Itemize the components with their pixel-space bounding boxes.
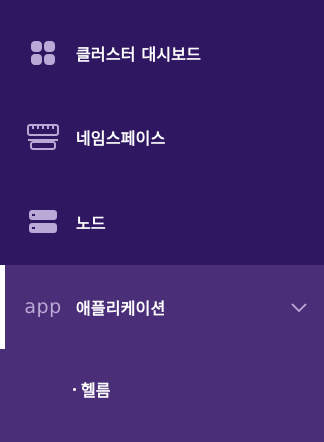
- node-server-icon: [26, 205, 60, 239]
- grid-icon: [26, 36, 60, 70]
- sidebar-group-applications: app 애플리케이션 헬름: [0, 265, 324, 442]
- sidebar-item-node[interactable]: 노드: [0, 180, 324, 264]
- sidebar-item-namespace[interactable]: 네임스페이스: [0, 95, 324, 179]
- chevron-down-icon[interactable]: [290, 298, 308, 316]
- sidebar-item-label: 노드: [76, 214, 106, 233]
- sidebar-subitem-helm[interactable]: 헬름: [73, 377, 110, 401]
- sidebar: 클러스터 대시보드 네임스페이스 노드 app 애플리케이션 헬름: [0, 0, 324, 442]
- sidebar-item-applications[interactable]: app 애플리케이션: [0, 265, 324, 349]
- sidebar-item-label: 클러스터 대시보드: [76, 45, 202, 64]
- sidebar-item-label: 네임스페이스: [76, 129, 166, 148]
- server-rack-icon: [26, 120, 60, 154]
- sidebar-item-cluster-dashboard[interactable]: 클러스터 대시보드: [0, 11, 324, 95]
- sidebar-item-label: 애플리케이션: [76, 299, 166, 318]
- sidebar-subitem-label: 헬름: [81, 381, 111, 400]
- bullet-icon: [73, 387, 76, 391]
- app-text-icon: app: [24, 296, 62, 318]
